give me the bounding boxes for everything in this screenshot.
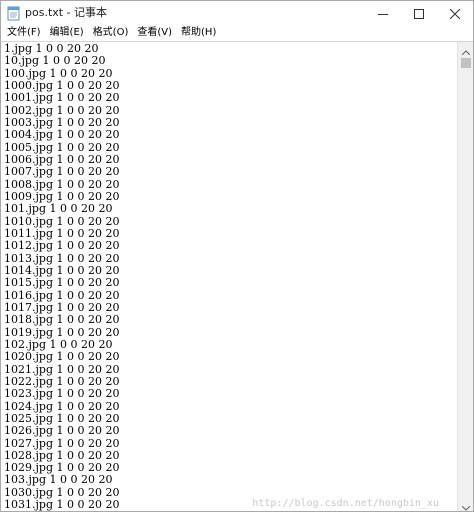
scroll-up-button[interactable] (458, 40, 473, 59)
vertical-scrollbar[interactable] (457, 40, 473, 512)
text-line: 103.jpg 1 0 0 20 20 (4, 473, 113, 487)
text-editor[interactable]: 1.jpg 1 0 0 20 20 10.jpg 1 0 0 20 20 100.j… (1, 41, 457, 512)
menu-bar: 文件(F) 编辑(E) 格式(O) 查看(V) 帮助(H) (1, 25, 473, 41)
notepad-window: pos.txt - 记事本 文件(F) 编辑(E) 格式(O) 查看(V) 帮助… (0, 0, 474, 512)
text-line: 1001.jpg 1 0 0 20 20 (4, 91, 120, 105)
text-content: 1.jpg 1 0 0 20 20 10.jpg 1 0 0 20 20 100.j… (4, 42, 120, 512)
text-line: 101.jpg 1 0 0 20 20 (4, 202, 113, 216)
minimize-button[interactable] (365, 1, 401, 25)
notepad-icon (7, 5, 21, 21)
menu-file[interactable]: 文件(F) (3, 25, 45, 41)
maximize-button[interactable] (401, 1, 437, 25)
maximize-icon (414, 4, 424, 23)
menu-edit[interactable]: 编辑(E) (46, 25, 88, 41)
menu-view[interactable]: 查看(V) (133, 25, 176, 41)
scroll-down-arrow-icon (461, 496, 471, 512)
menu-format[interactable]: 格式(O) (89, 25, 133, 41)
close-icon (449, 4, 461, 23)
title-bar[interactable]: pos.txt - 记事本 (1, 1, 473, 25)
close-button[interactable] (437, 1, 473, 25)
text-line: 10.jpg 1 0 0 20 20 (4, 54, 106, 68)
text-line: 1021.jpg 1 0 0 20 20 (4, 362, 120, 376)
window-title: pos.txt - 记事本 (25, 6, 108, 19)
text-line: 1015.jpg 1 0 0 20 20 (4, 276, 120, 290)
text-line: 1007.jpg 1 0 0 20 20 (4, 165, 120, 179)
minimize-icon (378, 4, 388, 23)
text-line: 1023.jpg 1 0 0 20 20 (4, 387, 120, 401)
text-line: 1020.jpg 1 0 0 20 20 (4, 350, 120, 364)
text-line: 1026.jpg 1 0 0 20 20 (4, 424, 120, 438)
text-line: 1031.jpg 1 0 0 20 20 (4, 498, 120, 512)
text-line: 1027.jpg 1 0 0 20 20 (4, 436, 120, 450)
text-line: 1018.jpg 1 0 0 20 20 (4, 313, 120, 327)
menu-help[interactable]: 帮助(H) (177, 25, 220, 41)
text-line: 1012.jpg 1 0 0 20 20 (4, 239, 120, 253)
scroll-down-button[interactable] (458, 496, 473, 512)
scroll-up-arrow-icon (461, 40, 471, 59)
scrollbar-thumb[interactable] (461, 58, 471, 68)
text-line: 1004.jpg 1 0 0 20 20 (4, 128, 120, 142)
text-line: 1024.jpg 1 0 0 20 20 (4, 399, 120, 413)
watermark: http://blog.csdn.net/hongbin_xu (252, 498, 439, 509)
